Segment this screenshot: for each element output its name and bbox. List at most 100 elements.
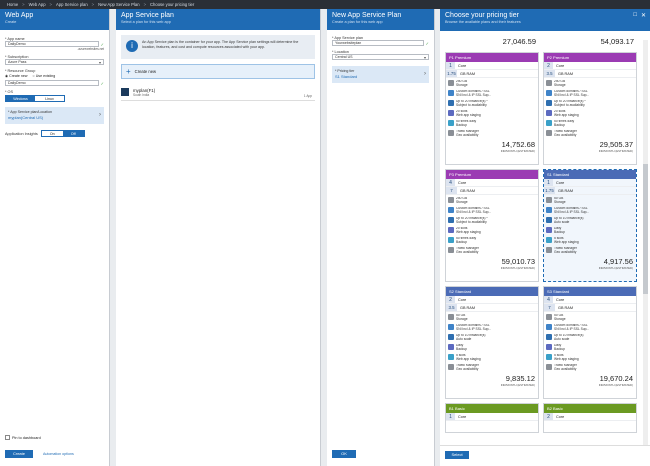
- storage-icon: [546, 80, 552, 86]
- pricing-tile-s2[interactable]: S2 Standard 2 Core 3.5 GB RAM 50 GB Storage Cus…: [445, 286, 539, 399]
- subscription-select[interactable]: Azure Pass: [5, 59, 104, 65]
- breadcrumb-home[interactable]: Home: [7, 2, 18, 7]
- tile-price-unit: INR/MONTH (ESTIMATED): [598, 149, 633, 153]
- custom-domains-icon: [448, 324, 454, 330]
- tile-ram-row: 7 GB RAM: [544, 304, 636, 312]
- tile-feature-slots: Daily Backup: [448, 344, 536, 352]
- location-select[interactable]: Central US: [332, 54, 429, 60]
- feature-line-2: SNI Incl & IP SSL Sup...: [554, 92, 590, 97]
- breadcrumb: Home > Web App > App Service plan > New App…: [0, 0, 650, 9]
- pricing-tile-b1[interactable]: B1 Basic 1 Core: [445, 403, 539, 433]
- feature-line-2: Web app staging: [554, 356, 579, 361]
- tile-feature-traffic-manager: Traffic Manager Geo availability: [448, 247, 536, 255]
- pricing-tile-p3[interactable]: P3 Premium 4 Core 7 GB RAM 250 GB Storage Custo…: [445, 169, 539, 282]
- feature-line-2: Subject to availability: [554, 102, 585, 107]
- tile-feature-storage: 50 GB Storage: [546, 314, 634, 322]
- scale-icon: [448, 334, 454, 340]
- slots-icon: [448, 110, 454, 116]
- close-icon[interactable]: ✕: [641, 12, 646, 19]
- feature-line-2: Backup: [554, 229, 565, 234]
- app-insights-label: Application Insights: [5, 131, 38, 136]
- automation-options-link[interactable]: Automation options: [43, 452, 74, 456]
- tile-header: P2 Premium: [544, 53, 636, 62]
- top-price-tile[interactable]: 54,093.17: [543, 31, 637, 51]
- rg-create-radio[interactable]: ◉ Create new: [5, 74, 28, 78]
- tile-feature-backup: 5 slots Web app staging: [448, 354, 536, 362]
- feature-line-2: Subject to availability: [456, 102, 487, 107]
- os-windows-option[interactable]: Windows: [6, 96, 35, 101]
- pin-to-dashboard[interactable]: Pin to dashboard: [5, 435, 41, 440]
- tile-feature-storage: 250 GB Storage: [448, 197, 536, 205]
- tile-core-label: Core: [556, 297, 565, 302]
- blade-subtitle: Browse the available plans and their fea…: [445, 20, 521, 24]
- tile-feature-scale: Up to 10 instance(s) Auto scale: [448, 334, 536, 342]
- plan-list-item[interactable]: myplan(F1) South India 1 App: [121, 84, 315, 101]
- tile-price: 54,093.17: [600, 37, 634, 46]
- tile-core-label: Core: [458, 414, 467, 419]
- plan-name-input[interactable]: Yourwebsiteplan: [332, 40, 424, 46]
- tile-ram: 3.5: [446, 304, 457, 311]
- breadcrumb-app-service-plan[interactable]: App Service plan: [56, 2, 88, 7]
- rg-existing-radio[interactable]: ○ Use existing: [33, 74, 56, 78]
- tile-cores-row: 1 Core: [446, 413, 538, 421]
- tile-tier: Standard: [553, 289, 570, 294]
- maximize-icon[interactable]: □: [633, 12, 637, 19]
- ok-button[interactable]: OK: [332, 450, 356, 458]
- feature-line-2: Subject to availability: [456, 219, 487, 224]
- tile-cores-row: 4 Core: [446, 179, 538, 187]
- breadcrumb-new-plan[interactable]: New App Service Plan: [98, 2, 139, 7]
- pricing-tile-p2[interactable]: P2 Premium 2 Core 3.5 GB RAM 250 GB Storage Cus…: [543, 52, 637, 165]
- pin-checkbox[interactable]: [5, 435, 10, 440]
- pricing-tile-s3[interactable]: S3 Standard 4 Core 7 GB RAM 50 GB Storage Custo…: [543, 286, 637, 399]
- scale-icon: [546, 217, 552, 223]
- scale-icon: [448, 100, 454, 106]
- app-insights-toggle: On Off: [40, 130, 85, 137]
- tile-feature-custom-domains: Custom domains / SSL SNI Incl & IP SSL Su…: [546, 207, 634, 215]
- tile-feature-traffic-manager: Traffic Manager Geo availability: [546, 130, 634, 138]
- feature-line-2: Web app staging: [456, 112, 481, 117]
- pricing-tile-s1[interactable]: S1 Standard 1 Core 1.75 GB RAM 50 GB Storage Cu…: [543, 169, 637, 282]
- create-new-plan[interactable]: + Create new: [121, 64, 315, 79]
- tile-feature-slots: 20 slots Web app staging: [448, 227, 536, 235]
- scrollbar[interactable]: [643, 40, 648, 448]
- tile-cores-row: 4 Core: [544, 296, 636, 304]
- tile-ram-row: 1.75 GB RAM: [446, 70, 538, 78]
- plan-app-count: 1 App: [303, 94, 312, 98]
- plan-location-label: * App Service plan/Location: [8, 110, 52, 114]
- chevron-right-icon: ›: [99, 112, 101, 118]
- tile-feature-storage: 250 GB Storage: [546, 80, 634, 88]
- feature-line-2: Auto scale: [554, 336, 570, 341]
- pricing-tier-selector[interactable]: * Pricing tier S1 Standard ›: [332, 66, 429, 83]
- feature-line-2: SNI Incl & IP SSL Sup...: [554, 209, 590, 214]
- tile-cores-row: 2 Core: [446, 296, 538, 304]
- blade-title: New App Service Plan: [332, 12, 402, 19]
- resource-group-input[interactable]: DailyDemo: [5, 80, 99, 86]
- top-price-tile[interactable]: 27,046.59: [445, 31, 539, 51]
- tile-core-label: Core: [458, 297, 467, 302]
- os-linux-option[interactable]: Linux: [35, 96, 64, 101]
- app-service-plan-selector[interactable]: * App Service plan/Location myplan(Centr…: [5, 107, 104, 124]
- breadcrumb-web-app[interactable]: Web App: [29, 2, 46, 7]
- scrollbar-thumb[interactable]: [643, 164, 648, 294]
- create-button[interactable]: Create: [5, 450, 33, 458]
- tile-price: 19,670.24: [599, 374, 633, 383]
- custom-domains-icon: [546, 207, 552, 213]
- tile-core-label: Core: [556, 414, 565, 419]
- app-insights-off[interactable]: Off: [62, 131, 84, 136]
- blade-subtitle: Create a plan for this web app: [332, 20, 383, 24]
- plan-location-value: myplan(Central US): [8, 115, 44, 120]
- info-box: i An App Service plan is the container f…: [121, 35, 315, 59]
- tile-price: 29,505.37: [599, 140, 633, 149]
- check-icon: ✓: [100, 41, 104, 47]
- backup-icon: [546, 354, 552, 360]
- storage-icon: [546, 314, 552, 320]
- resource-group-options: ◉ Create new ○ Use existing: [5, 74, 104, 78]
- pricing-tile-b2[interactable]: B2 Basic 2 Core: [543, 403, 637, 433]
- plus-icon: +: [126, 67, 131, 76]
- select-button[interactable]: Select: [445, 451, 469, 459]
- pricing-tile-p1[interactable]: P1 Premium 1 Core 1.75 GB RAM 250 GB Storage Cu…: [445, 52, 539, 165]
- pin-label: Pin to dashboard: [12, 435, 41, 440]
- scale-icon: [448, 217, 454, 223]
- app-insights-on[interactable]: On: [42, 131, 63, 136]
- tile-header: P1 Premium: [446, 53, 538, 62]
